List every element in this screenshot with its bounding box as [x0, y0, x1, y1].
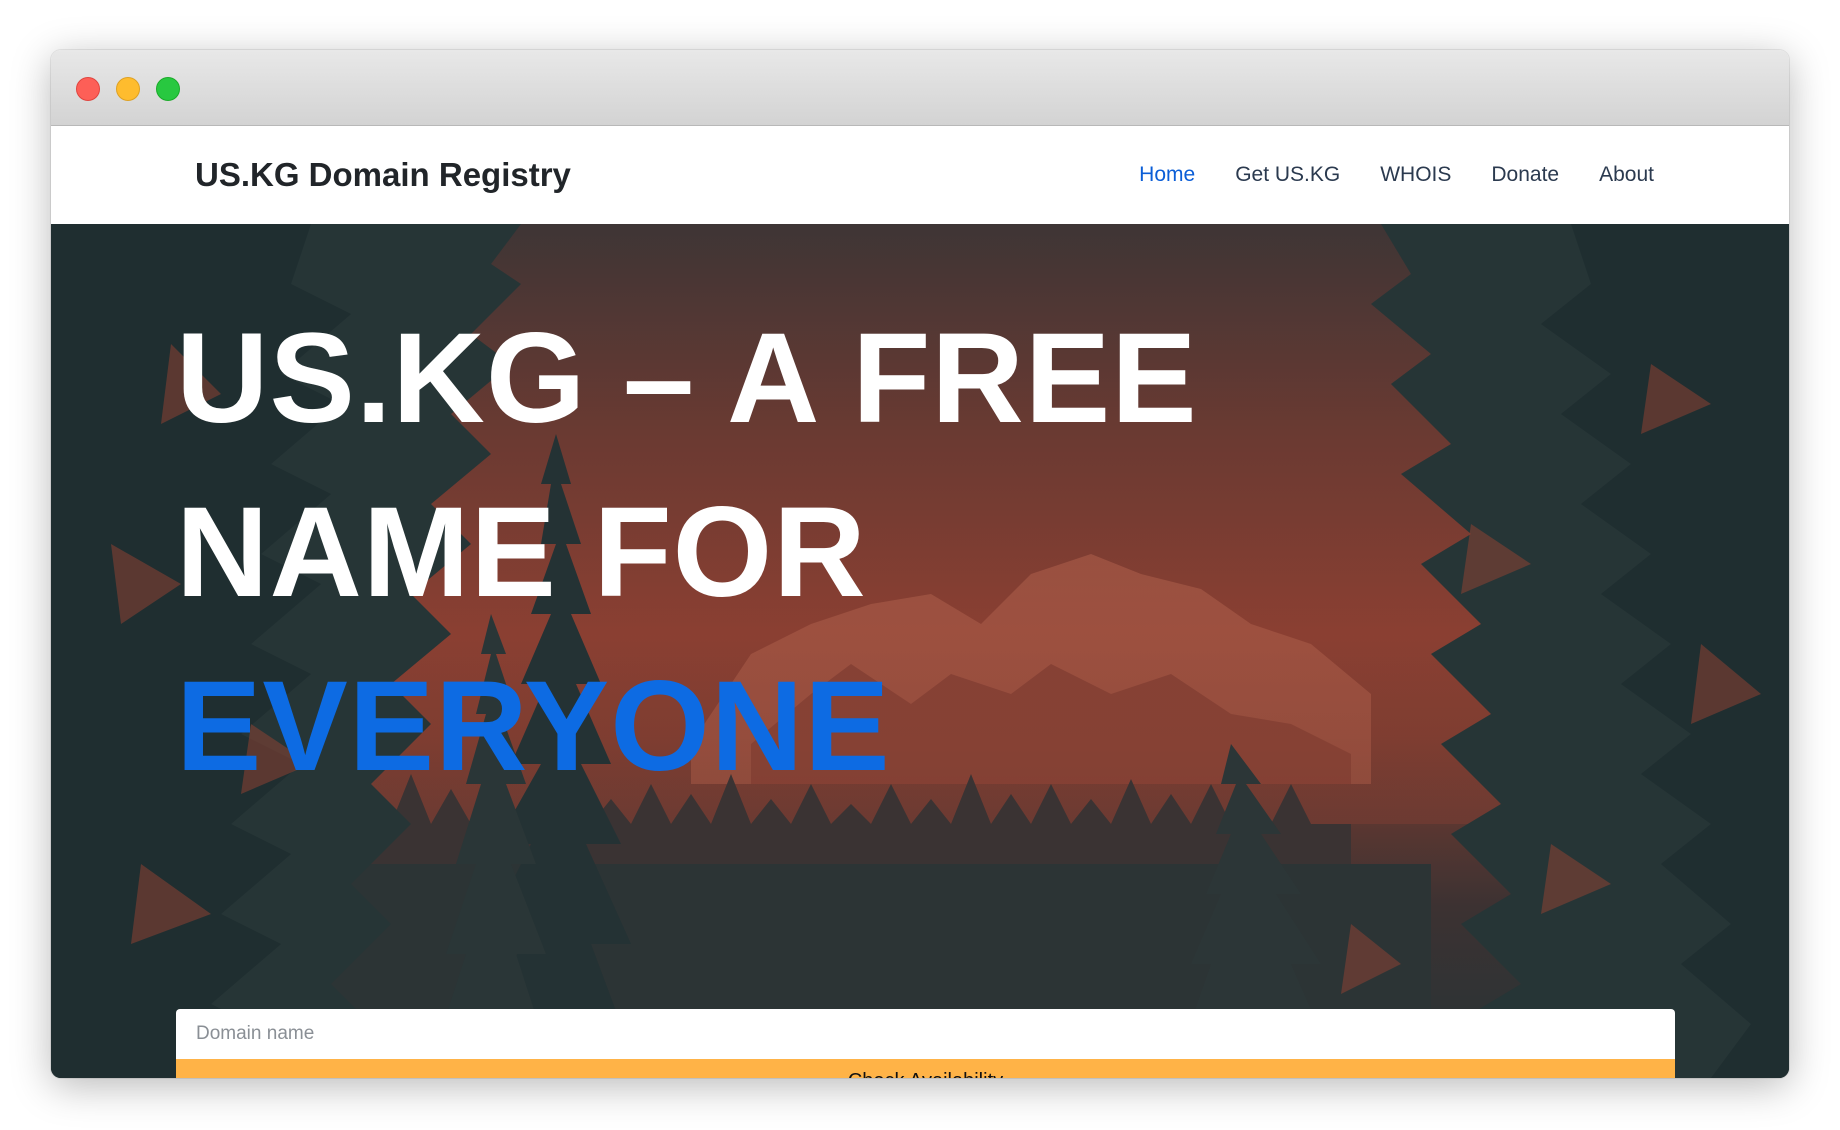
nav-links: Home Get US.KG WHOIS Donate About: [1099, 126, 1654, 224]
hero-section: US.KG – A FREE NAME FOR EVERYONE Check A…: [51, 224, 1789, 1078]
nav-link-donate[interactable]: Donate: [1491, 163, 1559, 187]
domain-name-input[interactable]: [176, 1009, 1675, 1059]
browser-window: US.KG Domain Registry Home Get US.KG WHO…: [51, 50, 1789, 1078]
headline-line-1: US.KG – A FREE: [176, 307, 1198, 450]
site-brand-link[interactable]: US.KG Domain Registry: [195, 126, 571, 224]
site-navbar: US.KG Domain Registry Home Get US.KG WHO…: [51, 126, 1789, 224]
nav-link-get-uskg[interactable]: Get US.KG: [1235, 163, 1340, 187]
domain-search-form: Check Availability: [176, 1009, 1675, 1078]
hero-headline: US.KG – A FREE NAME FOR EVERYONE: [176, 292, 1198, 814]
nav-link-about[interactable]: About: [1599, 163, 1654, 187]
minimize-window-button[interactable]: [116, 77, 140, 101]
window-titlebar: [51, 50, 1789, 126]
headline-accent-everyone: EVERYONE: [176, 655, 891, 798]
headline-line-2: NAME FOR: [176, 481, 867, 624]
nav-link-home[interactable]: Home: [1139, 163, 1195, 187]
nav-link-whois[interactable]: WHOIS: [1380, 163, 1451, 187]
close-window-button[interactable]: [76, 77, 100, 101]
check-availability-button[interactable]: Check Availability: [176, 1059, 1675, 1078]
zoom-window-button[interactable]: [156, 77, 180, 101]
